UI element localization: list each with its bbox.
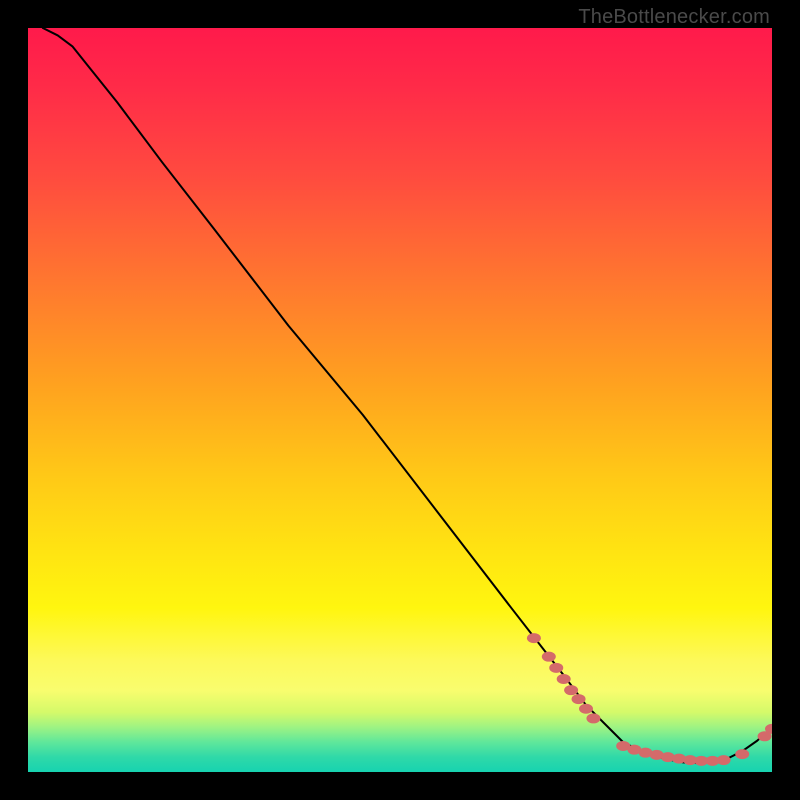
plot-area [28,28,772,772]
chart-svg [28,28,772,772]
data-marker [735,749,749,759]
data-marker [586,713,600,723]
data-marker [527,633,541,643]
data-marker [572,694,586,704]
data-marker [542,652,556,662]
data-marker [564,685,578,695]
data-marker [549,663,563,673]
chart-frame: TheBottlenecker.com [0,0,800,800]
watermark-text: TheBottlenecker.com [578,6,770,29]
data-marker [579,704,593,714]
curve-path [43,28,772,763]
data-marker [557,674,571,684]
data-marker [717,755,731,765]
